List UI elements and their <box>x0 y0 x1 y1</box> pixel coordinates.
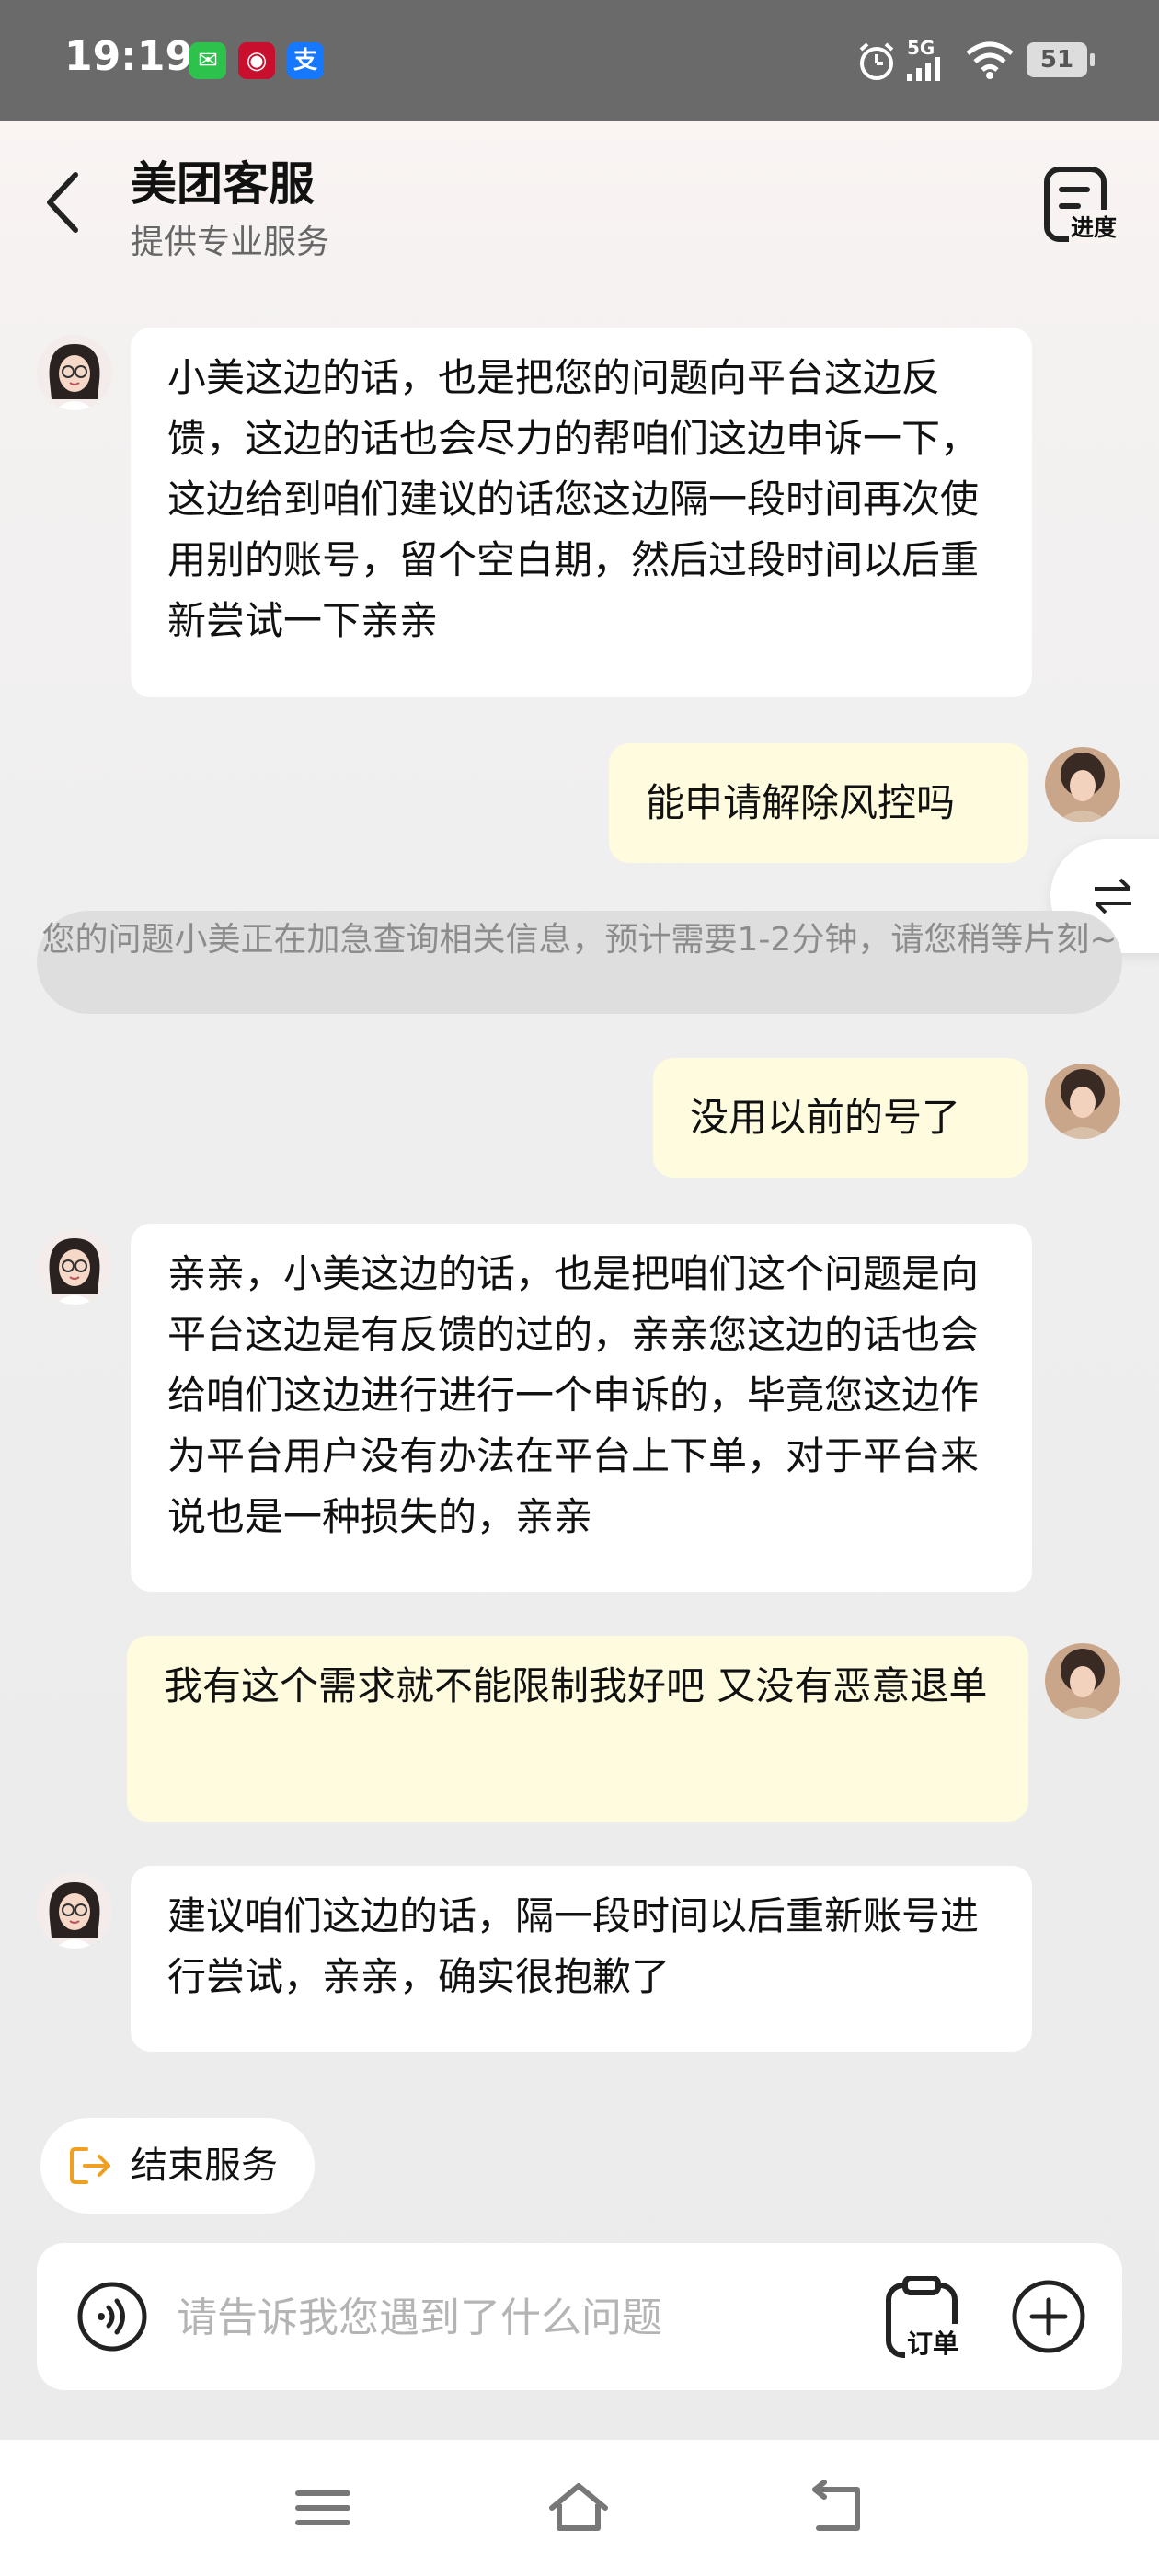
user-avatar <box>1045 747 1120 822</box>
user-avatar <box>1045 1064 1120 1139</box>
network-type: 5G <box>907 37 935 59</box>
agent-avatar <box>37 335 112 410</box>
page-subtitle: 提供专业服务 <box>131 224 330 261</box>
agent-message-bubble: 小美这边的话，也是把您的问题向平台这边反馈，这边的话也会尽力的帮咱们这边申诉一下… <box>131 328 1032 697</box>
battery-indicator: 51 <box>1027 42 1095 77</box>
status-time: 19:19 <box>64 33 194 80</box>
plus-icon[interactable] <box>1010 2278 1087 2355</box>
alipay-icon: 支 <box>287 42 324 79</box>
menu-icon[interactable] <box>291 2480 355 2536</box>
voice-icon[interactable] <box>75 2280 149 2353</box>
back-icon[interactable] <box>37 166 92 239</box>
end-service-button[interactable]: 结束服务 <box>40 2118 315 2214</box>
wifi-icon <box>966 41 1014 79</box>
system-navigation-bar <box>0 2440 1159 2576</box>
user-avatar <box>1045 1643 1120 1719</box>
order-label[interactable]: 订单 <box>905 2324 961 2361</box>
swap-icon <box>1095 878 1131 914</box>
agent-message-bubble: 建议咱们这边的话，隔一段时间以后重新账号进行尝试，亲亲，确实很抱歉了 <box>131 1866 1032 2052</box>
message-input-bar: 订单 <box>37 2243 1122 2390</box>
back-nav-icon[interactable] <box>806 2480 870 2536</box>
message-input[interactable] <box>175 2280 767 2355</box>
user-message-bubble: 我有这个需求就不能限制我好吧 又没有恶意退单 <box>127 1636 1028 1822</box>
system-notice: 您的问题小美正在加急查询相关信息，预计需要1-2分钟，请您稍等片刻~ <box>37 911 1122 1014</box>
progress-label[interactable]: 进度 <box>1069 210 1119 243</box>
bank-of-china-icon: ◉ <box>238 42 275 79</box>
status-bar: 19:19 ✉ ◉ 支 5G 51 <box>0 0 1159 121</box>
agent-avatar <box>37 1229 112 1305</box>
alarm-icon <box>859 42 894 80</box>
exit-icon <box>70 2147 110 2184</box>
agent-avatar <box>37 1873 112 1949</box>
agent-message-bubble: 亲亲，小美这边的话，也是把咱们这个问题是向平台这边是有反馈的过的，亲亲您这边的话… <box>131 1224 1032 1592</box>
user-message-bubble: 没用以前的号了 <box>653 1058 1028 1178</box>
home-icon[interactable] <box>546 2480 611 2536</box>
end-service-label: 结束服务 <box>131 2145 278 2187</box>
signal-icon <box>907 57 940 81</box>
user-message-bubble: 能申请解除风控吗 <box>609 743 1028 863</box>
wechat-icon: ✉ <box>189 42 226 79</box>
page-title: 美团客服 <box>131 157 315 211</box>
